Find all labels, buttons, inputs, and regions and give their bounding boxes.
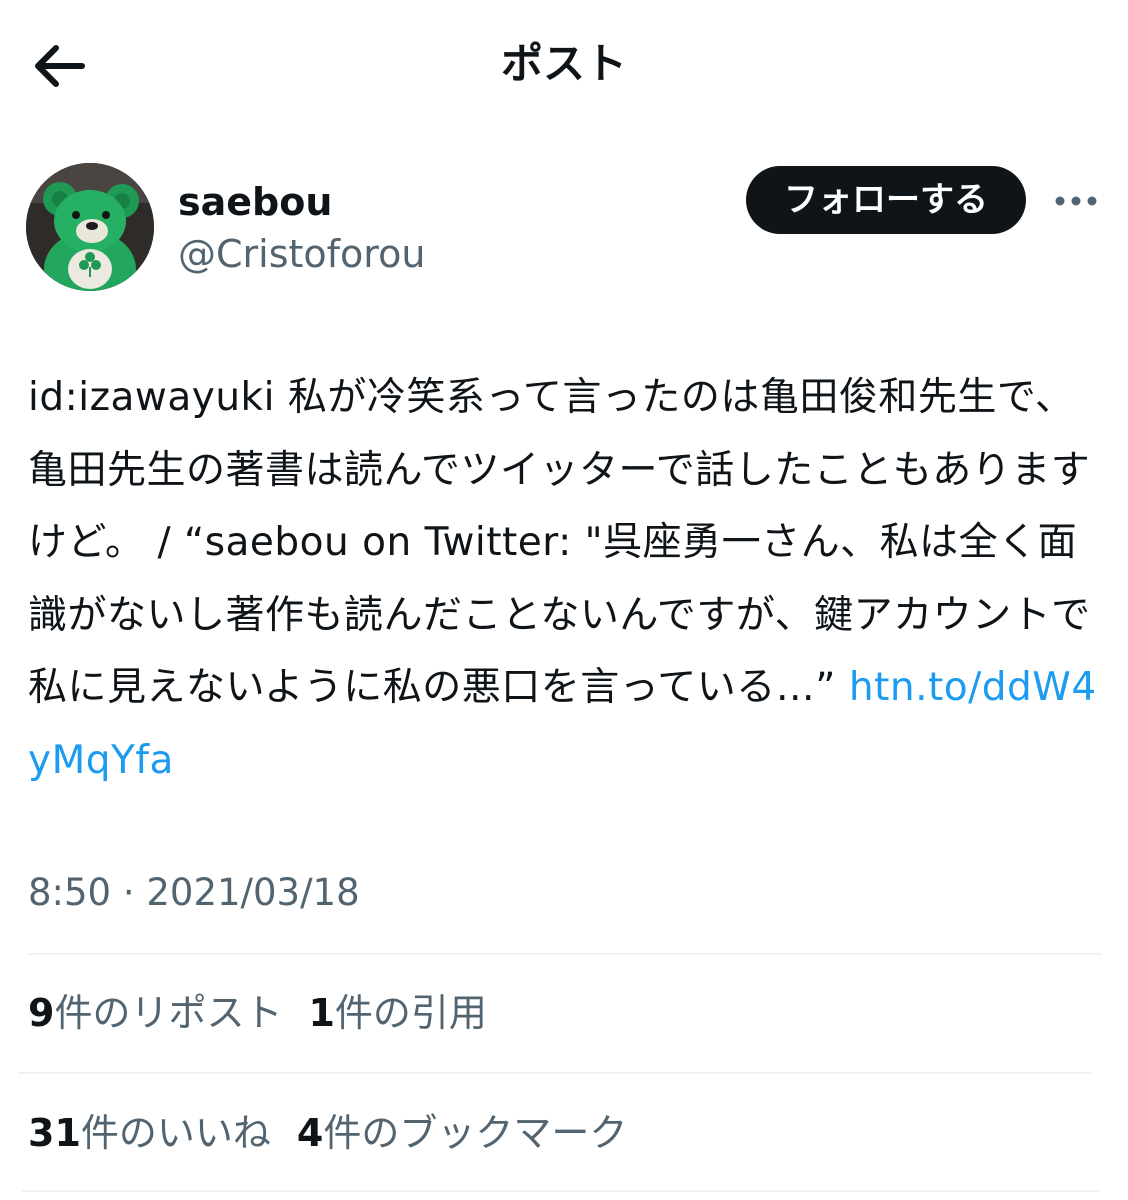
more-button[interactable] [1052, 184, 1100, 218]
green-teddy-bear-avatar [26, 163, 154, 291]
reposts-label: 件のリポスト [54, 991, 283, 1035]
avatar[interactable] [26, 163, 154, 291]
likes-count: 31 [28, 1111, 81, 1155]
follow-button[interactable]: フォローする [746, 166, 1026, 234]
post-text: id:izawayuki 私が冷笑系って言ったのは亀田俊和先生で、亀田先生の著書… [28, 375, 1091, 710]
quotes-count: 1 [308, 991, 335, 1035]
stats-row-reposts: 9件のリポスト 1件の引用 [28, 986, 513, 1040]
quotes-label: 件の引用 [334, 991, 487, 1035]
divider [18, 1072, 1093, 1074]
post-timestamp[interactable]: 8:50 · 2021/03/18 [28, 866, 360, 920]
divider [22, 1190, 1100, 1192]
page-title: ポスト [500, 39, 627, 88]
reposts-stat[interactable]: 9件のリポスト [28, 986, 282, 1040]
display-name[interactable]: saebou [178, 178, 332, 226]
likes-stat[interactable]: 31件のいいね [28, 1106, 271, 1160]
bookmarks-label: 件のブックマーク [323, 1111, 628, 1155]
divider [28, 953, 1102, 955]
more-dots-icon [1055, 196, 1097, 206]
reposts-count: 9 [28, 991, 55, 1035]
quotes-stat[interactable]: 1件の引用 [308, 986, 486, 1040]
likes-label: 件のいいね [80, 1111, 271, 1155]
bookmarks-stat[interactable]: 4件のブックマーク [297, 1106, 627, 1160]
post-body: id:izawayuki 私が冷笑系って言ったのは亀田俊和先生で、亀田先生の著書… [28, 362, 1103, 797]
user-handle[interactable]: @Cristoforou [178, 230, 425, 278]
stats-row-likes: 31件のいいね 4件のブックマーク [28, 1106, 653, 1160]
top-bar: ポスト [0, 0, 1128, 130]
bookmarks-count: 4 [296, 1111, 324, 1155]
